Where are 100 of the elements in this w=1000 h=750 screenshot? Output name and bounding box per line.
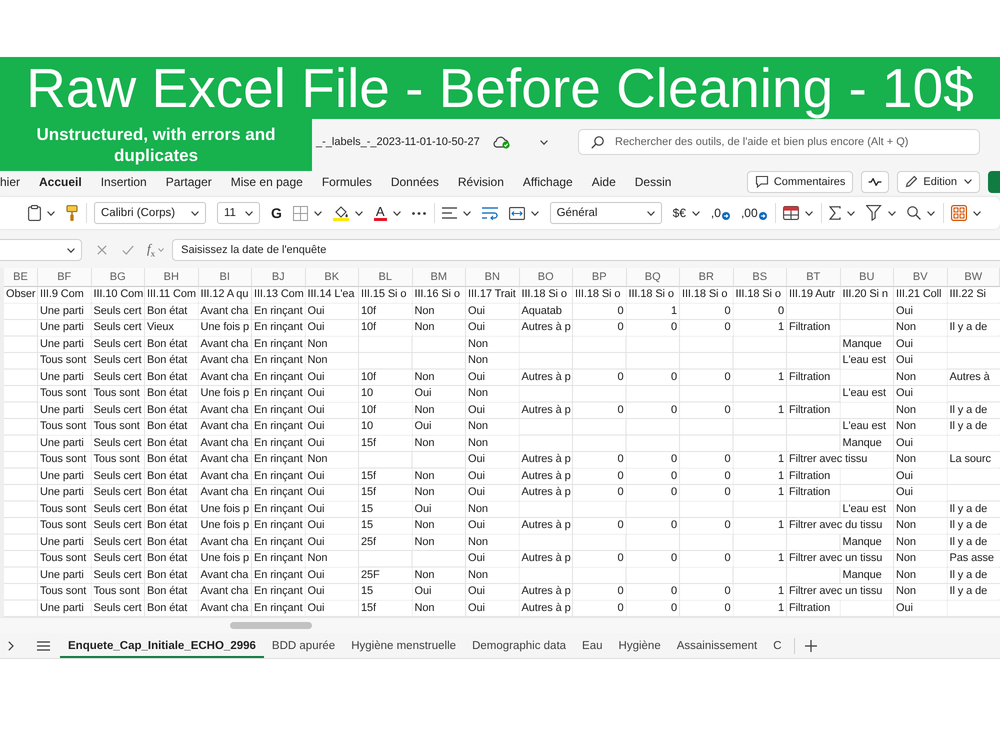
number-format-dropdown[interactable]: Général xyxy=(550,202,662,224)
menu-icon[interactable] xyxy=(37,640,50,650)
arrow-badge-icon xyxy=(722,212,730,220)
table-cell: En rinçant xyxy=(252,518,304,534)
menu-tab[interactable]: Révision xyxy=(458,174,504,188)
search-field[interactable]: Rechercher des outils, de l'aide et bien plus encore (Alt + Q) xyxy=(578,129,980,155)
menu-tab[interactable]: hier xyxy=(0,174,20,188)
menu-tab[interactable]: Affichage xyxy=(522,174,573,188)
menu-tab[interactable]: Mise en page xyxy=(230,174,303,188)
table-format-icon[interactable] xyxy=(782,206,799,220)
caret-icon[interactable] xyxy=(692,210,700,216)
column-header[interactable]: BT xyxy=(787,268,840,287)
formula-field[interactable]: Saisissez la date de l'enquête xyxy=(172,239,1000,261)
table-cell: En rinçant xyxy=(252,502,304,517)
sheet-tab[interactable]: Eau xyxy=(574,633,611,658)
caret-icon[interactable] xyxy=(804,210,813,216)
sheet-tab[interactable]: C xyxy=(765,633,790,658)
caret-icon[interactable] xyxy=(245,210,253,216)
column-header[interactable]: BJ xyxy=(252,268,306,287)
borders-icon[interactable] xyxy=(292,206,308,220)
caret-icon[interactable] xyxy=(354,210,363,216)
menu-tab[interactable]: Accueil xyxy=(39,174,82,188)
caret-icon[interactable] xyxy=(646,210,655,216)
column-header[interactable]: BE xyxy=(4,268,38,287)
table-cell: Une fois p xyxy=(198,320,251,336)
sum-icon[interactable] xyxy=(828,206,841,220)
caret-icon[interactable] xyxy=(926,210,935,216)
comments-button[interactable]: Commentaires xyxy=(746,170,854,192)
chevron-right-icon[interactable] xyxy=(8,640,14,650)
caret-icon[interactable] xyxy=(540,140,548,144)
menu-tab[interactable]: Dessin xyxy=(634,174,672,188)
search-icon[interactable] xyxy=(906,206,921,220)
cloud-check-icon[interactable] xyxy=(492,136,510,148)
menu-tab[interactable]: Aide xyxy=(592,174,616,188)
column-header[interactable]: BL xyxy=(359,268,412,287)
font-dropdown[interactable]: Calibri (Corps) xyxy=(94,202,206,224)
column-header[interactable]: BK xyxy=(306,268,359,287)
column-header[interactable]: BS xyxy=(734,268,787,287)
column-header[interactable]: BW xyxy=(948,268,1000,287)
column-header[interactable]: BH xyxy=(145,268,198,287)
add-decimal-button[interactable]: ,0 xyxy=(710,206,730,220)
table-cell: Autres à p xyxy=(520,584,572,600)
menu-tab[interactable]: Formules xyxy=(322,174,372,188)
menu-tab[interactable]: Partager xyxy=(166,174,212,188)
caret-icon[interactable] xyxy=(972,210,981,216)
fill-color-icon[interactable] xyxy=(332,205,349,221)
menu-tab[interactable]: Insertion xyxy=(100,174,147,188)
editing-button[interactable]: Edition xyxy=(897,170,980,192)
column-header[interactable]: BI xyxy=(198,268,252,287)
merge-cells-icon[interactable] xyxy=(508,206,525,220)
sheet-tab[interactable]: Hygiène menstruelle xyxy=(343,633,464,658)
caret-icon[interactable] xyxy=(530,210,539,216)
caret-icon[interactable] xyxy=(67,248,75,252)
column-header[interactable]: BF xyxy=(38,268,92,287)
column-header[interactable]: BR xyxy=(680,268,734,287)
font-size-dropdown[interactable]: 11 xyxy=(217,202,260,224)
activity-button[interactable] xyxy=(861,170,890,192)
caret-icon[interactable] xyxy=(846,210,855,216)
caret-icon[interactable] xyxy=(191,210,199,216)
menu-tab[interactable]: Données xyxy=(390,174,439,188)
align-icon[interactable] xyxy=(442,207,457,219)
column-header[interactable]: BQ xyxy=(626,268,680,287)
column-header[interactable]: BM xyxy=(412,268,466,287)
caret-icon[interactable] xyxy=(392,210,401,216)
column-header[interactable]: BU xyxy=(840,268,894,287)
caret-icon[interactable] xyxy=(462,210,471,216)
cell-styles-icon[interactable] xyxy=(950,205,967,221)
column-header[interactable]: BP xyxy=(573,268,626,287)
table-cell: En rinçant xyxy=(252,402,304,418)
plus-icon[interactable] xyxy=(804,640,817,652)
paintbrush-icon[interactable] xyxy=(66,205,78,221)
column-header[interactable]: BO xyxy=(520,268,573,287)
bold-button[interactable]: G xyxy=(271,205,282,221)
wrap-text-icon[interactable] xyxy=(482,206,498,220)
more-icon[interactable] xyxy=(412,212,426,214)
table-cell: Autres à p xyxy=(520,518,572,534)
font-color-button[interactable]: A xyxy=(374,205,387,221)
column-header[interactable]: BG xyxy=(92,268,145,287)
remove-decimal-button[interactable]: ,00 xyxy=(740,206,767,220)
caret-icon[interactable] xyxy=(964,179,972,184)
column-header[interactable]: BV xyxy=(894,268,948,287)
sheet-tab[interactable]: Demographic data xyxy=(464,633,574,658)
sheet-tab[interactable]: Hygiène xyxy=(610,633,669,658)
clipboard-icon[interactable] xyxy=(28,205,41,221)
function-button[interactable]: f$_{x}$ xyxy=(147,241,156,259)
toolbar-button[interactable] xyxy=(988,170,1000,192)
check-icon[interactable] xyxy=(122,245,134,255)
sheet-tab[interactable]: Enquete_Cap_Initiale_ECHO_2996 xyxy=(60,633,264,658)
caret-icon[interactable] xyxy=(314,210,322,216)
table-cell: En rinçant xyxy=(252,320,304,336)
funnel-icon[interactable] xyxy=(866,205,882,221)
sheet-tab[interactable]: BDD apurée xyxy=(264,633,344,658)
table-cell: En rinçant xyxy=(252,485,304,500)
scrollbar-thumb[interactable] xyxy=(230,622,312,629)
table-cell: Autres à p xyxy=(520,402,572,418)
caret-icon[interactable] xyxy=(47,210,55,216)
sheet-tab[interactable]: Assainissement xyxy=(668,633,766,658)
currency-button[interactable]: $€ xyxy=(672,206,686,220)
column-header[interactable]: BN xyxy=(466,268,520,287)
caret-icon[interactable] xyxy=(888,210,896,216)
